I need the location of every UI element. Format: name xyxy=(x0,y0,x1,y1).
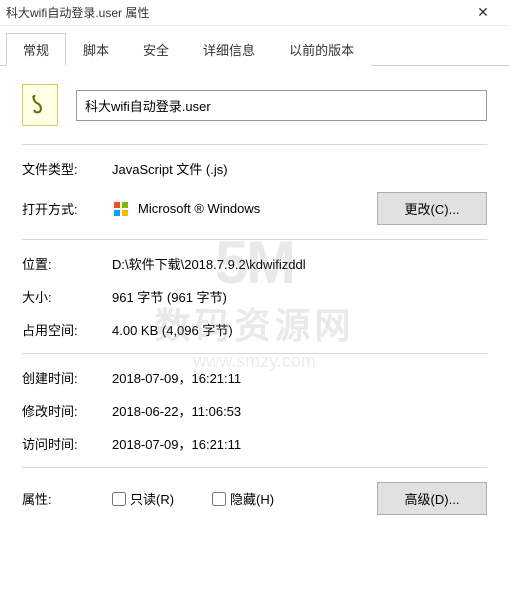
created-label: 创建时间: xyxy=(22,368,112,387)
readonly-checkbox-wrap[interactable]: 只读(R) xyxy=(112,489,174,508)
readonly-checkbox[interactable] xyxy=(112,492,126,506)
accessed-label: 访问时间: xyxy=(22,434,112,453)
content-panel: 科大wifi自动登录.user 文件类型: JavaScript 文件 (.js… xyxy=(0,66,509,539)
ondisk-label: 占用空间: xyxy=(22,320,112,339)
row-openwith: 打开方式: Microsoft ® Windows 更改(C)... xyxy=(22,192,487,225)
tab-security[interactable]: 安全 xyxy=(126,33,186,66)
hidden-checkbox-wrap[interactable]: 隐藏(H) xyxy=(212,489,274,508)
openwith-label: 打开方式: xyxy=(22,199,112,218)
row-attributes: 属性: 只读(R) 隐藏(H) 高级(D)... xyxy=(22,482,487,515)
separator xyxy=(22,144,487,145)
attributes-label: 属性: xyxy=(22,489,112,508)
separator xyxy=(22,353,487,354)
separator xyxy=(22,467,487,468)
row-location: 位置: D:\软件下载\2018.7.9.2\kdwifizddl xyxy=(22,254,487,273)
titlebar: 科大wifi自动登录.user 属性 ✕ xyxy=(0,0,509,26)
ondisk-value: 4.00 KB (4,096 字节) xyxy=(112,320,487,339)
openwith-app-name: Microsoft ® Windows xyxy=(138,201,260,216)
tab-previous-versions[interactable]: 以前的版本 xyxy=(272,33,371,66)
readonly-label: 只读(R) xyxy=(130,489,174,508)
hidden-label: 隐藏(H) xyxy=(230,489,274,508)
location-value: D:\软件下载\2018.7.9.2\kdwifizddl xyxy=(112,254,487,273)
row-accessed: 访问时间: 2018-07-09，16:21:11 xyxy=(22,434,487,453)
change-button[interactable]: 更改(C)... xyxy=(377,192,487,225)
window-title: 科大wifi自动登录.user 属性 xyxy=(6,4,149,21)
row-filetype: 文件类型: JavaScript 文件 (.js) xyxy=(22,159,487,178)
advanced-button[interactable]: 高级(D)... xyxy=(377,482,487,515)
file-icon xyxy=(22,84,58,126)
file-header: 科大wifi自动登录.user xyxy=(22,84,487,126)
close-icon: ✕ xyxy=(477,4,489,21)
modified-value: 2018-06-22，11:06:53 xyxy=(112,401,487,420)
hidden-checkbox[interactable] xyxy=(212,492,226,506)
openwith-app: Microsoft ® Windows xyxy=(112,200,377,218)
row-size: 大小: 961 字节 (961 字节) xyxy=(22,287,487,306)
filename-input[interactable]: 科大wifi自动登录.user xyxy=(76,90,487,121)
separator xyxy=(22,239,487,240)
created-value: 2018-07-09，16:21:11 xyxy=(112,368,487,387)
windows-logo-icon xyxy=(112,200,130,218)
row-modified: 修改时间: 2018-06-22，11:06:53 xyxy=(22,401,487,420)
location-label: 位置: xyxy=(22,254,112,273)
size-value: 961 字节 (961 字节) xyxy=(112,287,487,306)
tab-general[interactable]: 常规 xyxy=(6,33,66,66)
filetype-label: 文件类型: xyxy=(22,159,112,178)
row-size-on-disk: 占用空间: 4.00 KB (4,096 字节) xyxy=(22,320,487,339)
close-button[interactable]: ✕ xyxy=(463,1,503,25)
filetype-value: JavaScript 文件 (.js) xyxy=(112,159,487,178)
accessed-value: 2018-07-09，16:21:11 xyxy=(112,434,487,453)
tab-details[interactable]: 详细信息 xyxy=(186,33,272,66)
size-label: 大小: xyxy=(22,287,112,306)
tab-script[interactable]: 脚本 xyxy=(66,33,126,66)
row-created: 创建时间: 2018-07-09，16:21:11 xyxy=(22,368,487,387)
tab-bar: 常规 脚本 安全 详细信息 以前的版本 xyxy=(0,32,509,66)
modified-label: 修改时间: xyxy=(22,401,112,420)
